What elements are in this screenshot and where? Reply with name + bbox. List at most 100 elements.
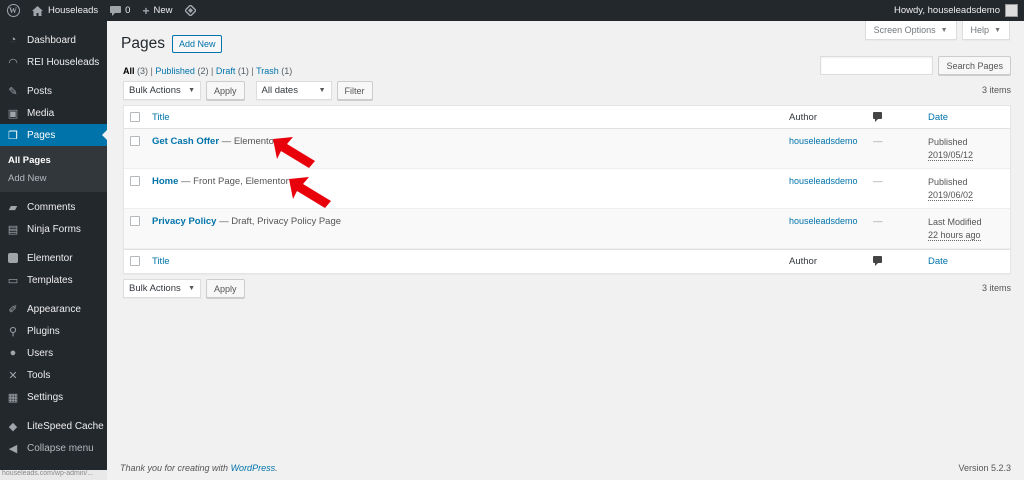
chevron-down-icon: ▼ [188, 285, 195, 292]
sidebar-item-settings[interactable]: ▦ Settings [0, 386, 107, 408]
search-pages-button[interactable]: Search Pages [938, 56, 1011, 75]
admin-sidebar: ◔ Dashboard ◠ REI Houseleads ✎ Posts ▣ Media… [0, 21, 107, 480]
search-input[interactable] [820, 56, 934, 75]
filter-button[interactable]: Filter [336, 81, 373, 100]
sidebar-item-posts[interactable]: ✎ Posts [0, 80, 107, 102]
pages-table: Title Author Date Get Cash Offer — Eleme… [123, 105, 1011, 274]
row-checkbox[interactable] [130, 216, 140, 226]
bulk-actions-value: Bulk Actions [129, 283, 181, 294]
new-content-link[interactable]: + New [136, 0, 178, 21]
sidebar-item-label: Posts [27, 85, 53, 97]
date-value: 2019/05/12 [928, 150, 974, 161]
caret-down-icon: ▼ [994, 26, 1001, 34]
help-label: Help [970, 25, 990, 35]
view-published-link[interactable]: Published [155, 66, 195, 76]
elementor-toolbar-link[interactable] [179, 0, 202, 21]
separator: | [150, 66, 153, 76]
site-name: Houseleads [48, 5, 99, 16]
view-all-link[interactable]: All [123, 66, 135, 76]
view-draft-link[interactable]: Draft [216, 66, 236, 76]
screen-options-button[interactable]: Screen Options ▼ [864, 21, 957, 40]
page-title-link[interactable]: Get Cash Offer [152, 136, 219, 147]
footer-thanks-text: Thank you for creating with [120, 463, 231, 473]
select-all-checkbox[interactable] [130, 256, 140, 266]
post-state: — Front Page, Elementor [178, 176, 289, 187]
comments-count: — [873, 216, 883, 227]
litespeed-icon: ◆ [8, 420, 18, 433]
separator: | [251, 66, 254, 76]
footer-version: Version 5.2.3 [958, 463, 1011, 473]
sidebar-item-appearance[interactable]: ✐ Appearance [0, 298, 107, 320]
date-column-header[interactable]: Date [928, 112, 948, 123]
collapse-icon: ◀ [8, 442, 18, 455]
row-checkbox[interactable] [130, 176, 140, 186]
apply-button[interactable]: Apply [206, 81, 245, 100]
bulk-actions-value: Bulk Actions [129, 85, 181, 96]
page-title-link[interactable]: Privacy Policy [152, 216, 216, 227]
comments-count: — [873, 136, 883, 147]
page-title: Pages [121, 35, 165, 52]
plugin-icon: ⚲ [8, 325, 18, 338]
comments-count: — [873, 176, 883, 187]
row-checkbox[interactable] [130, 136, 140, 146]
author-link[interactable]: houseleadsdemo [789, 176, 858, 186]
pin-icon: ✎ [8, 85, 18, 98]
bulk-actions-select[interactable]: Bulk Actions ▼ [123, 81, 201, 100]
home-icon [32, 5, 43, 16]
wordpress-link[interactable]: WordPress [231, 463, 276, 473]
sidebar-item-media[interactable]: ▣ Media [0, 102, 107, 124]
author-link[interactable]: houseleadsdemo [789, 136, 858, 146]
sidebar-item-tools[interactable]: ✕ Tools [0, 364, 107, 386]
site-name-link[interactable]: Houseleads [26, 0, 104, 21]
sidebar-item-label: Plugins [27, 325, 60, 337]
page-title-link[interactable]: Home [152, 176, 178, 187]
sidebar-item-pages[interactable]: ❐ Pages [0, 124, 107, 146]
red-arrow-icon [273, 137, 315, 168]
author-column-header: Author [789, 112, 817, 123]
sidebar-item-label: Users [27, 347, 54, 359]
sidebar-item-rei-houseleads[interactable]: ◠ REI Houseleads [0, 51, 107, 73]
separator: | [210, 66, 214, 76]
sidebar-item-ninja-forms[interactable]: ▤ Ninja Forms [0, 218, 107, 240]
items-count-bottom: 3 items [981, 283, 1011, 293]
title-cell: Privacy Policy — Draft, Privacy Policy P… [152, 216, 341, 227]
table-header-row: Title Author Date [124, 106, 1010, 129]
view-filters: All (3) | Published (2) | Draft (1) | Tr… [123, 66, 292, 76]
bulk-actions-select-bottom[interactable]: Bulk Actions ▼ [123, 279, 201, 298]
sidebar-item-templates[interactable]: ▭ Templates [0, 269, 107, 291]
add-new-page-button[interactable]: Add New [171, 35, 223, 53]
sidebar-item-elementor[interactable]: Elementor [0, 247, 107, 269]
sidebar-item-comments[interactable]: ▰ Comments [0, 196, 107, 218]
sidebar-item-plugins[interactable]: ⚲ Plugins [0, 320, 107, 342]
dates-filter-select[interactable]: All dates ▼ [255, 81, 332, 100]
view-draft-count: (1) [237, 66, 249, 76]
author-link[interactable]: houseleadsdemo [789, 216, 858, 226]
select-all-checkbox[interactable] [130, 112, 140, 122]
author-column-footer: Author [789, 256, 817, 267]
red-arrow-icon [289, 177, 331, 208]
wordpress-logo-icon[interactable]: W [0, 0, 26, 21]
apply-button-bottom[interactable]: Apply [206, 279, 245, 298]
help-button[interactable]: Help ▼ [961, 21, 1010, 40]
collapse-menu-button[interactable]: ◀ Collapse menu [0, 437, 107, 459]
comments-column-icon[interactable] [873, 256, 882, 266]
title-column-footer[interactable]: Title [152, 256, 170, 267]
comments-count: 0 [125, 5, 131, 16]
sidebar-item-dashboard[interactable]: ◔ Dashboard [0, 29, 107, 51]
chevron-down-icon: ▼ [318, 87, 326, 94]
submenu-add-new[interactable]: Add New [0, 169, 107, 187]
date-cell: Last Modified 22 hours ago [928, 216, 982, 242]
my-account-link[interactable]: Howdy, houseleadsdemo [888, 0, 1024, 21]
view-trash-link[interactable]: Trash [256, 66, 279, 76]
comments-column-icon[interactable] [873, 112, 882, 122]
comments-link[interactable]: 0 [104, 0, 136, 21]
title-column-header[interactable]: Title [152, 112, 170, 123]
elementor-icon [7, 252, 19, 264]
submenu-all-pages[interactable]: All Pages [0, 151, 107, 169]
sidebar-item-users[interactable]: ● Users [0, 342, 107, 364]
date-column-footer[interactable]: Date [928, 256, 948, 267]
sidebar-item-litespeed-cache[interactable]: ◆ LiteSpeed Cache [0, 415, 107, 437]
sidebar-item-label: Pages [27, 129, 56, 141]
page-heading: Pages Add New [121, 35, 223, 53]
browser-status-text: houseleads.com/wp-admin/... [0, 470, 107, 480]
